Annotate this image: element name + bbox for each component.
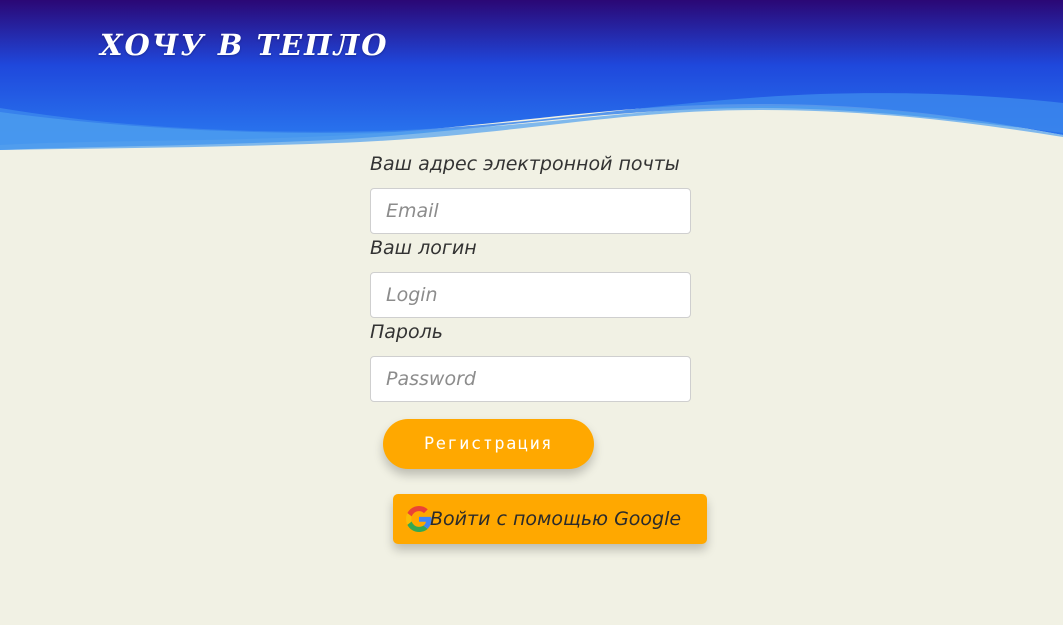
login-field[interactable] — [370, 272, 691, 318]
wave-background — [0, 0, 1063, 150]
password-label: Пароль — [370, 321, 443, 343]
email-label: Ваш адрес электронной почты — [370, 153, 680, 175]
header-banner: ХОЧУ В ТЕПЛО — [0, 0, 1063, 150]
registration-form: Ваш адрес электронной почты Ваш логин Па… — [370, 150, 700, 402]
google-signin-button[interactable]: Войти с помощью Google — [393, 494, 707, 544]
google-signin-label: Войти с помощью Google — [430, 508, 682, 530]
register-button[interactable]: Регистрация — [383, 419, 594, 469]
brand-title: ХОЧУ В ТЕПЛО — [100, 28, 389, 62]
login-label: Ваш логин — [370, 237, 477, 259]
google-icon — [406, 506, 432, 532]
password-field[interactable] — [370, 356, 691, 402]
email-field[interactable] — [370, 188, 691, 234]
